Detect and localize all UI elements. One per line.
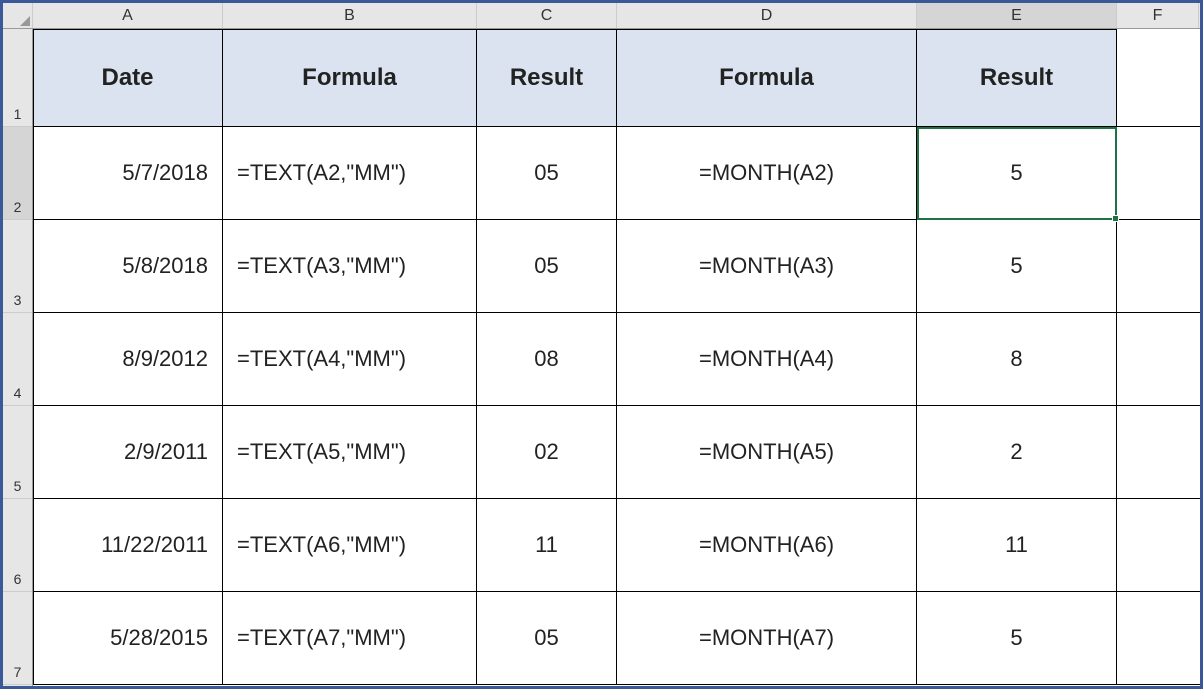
cell-A2[interactable]: 5/7/2018 [33,127,223,219]
cell-B3[interactable]: =TEXT(A3,"MM") [223,220,477,312]
cell-A3[interactable]: 5/8/2018 [33,220,223,312]
cell-F6[interactable] [1117,499,1199,591]
cell-E2[interactable]: 5 [917,127,1117,219]
table-row: 5/7/2018 =TEXT(A2,"MM") 05 =MONTH(A2) 5 [33,127,1200,220]
cell-F4[interactable] [1117,313,1199,405]
row-headers-col: 1 2 3 4 5 6 7 [3,29,33,686]
cell-F5[interactable] [1117,406,1199,498]
cell-B4[interactable]: =TEXT(A4,"MM") [223,313,477,405]
select-all-corner[interactable] [3,3,33,28]
cell-D4[interactable]: =MONTH(A4) [617,313,917,405]
cell-C3[interactable]: 05 [477,220,617,312]
row-header-7[interactable]: 7 [3,592,32,685]
cell-F2[interactable] [1117,127,1199,219]
column-header-E[interactable]: E [917,3,1117,28]
cell-B6[interactable]: =TEXT(A6,"MM") [223,499,477,591]
table-row: 11/22/2011 =TEXT(A6,"MM") 11 =MONTH(A6) … [33,499,1200,592]
cell-A1[interactable]: Date [33,29,223,126]
row-header-5[interactable]: 5 [3,406,32,499]
cell-B1[interactable]: Formula [223,29,477,126]
table-row: 5/28/2015 =TEXT(A7,"MM") 05 =MONTH(A7) 5 [33,592,1200,685]
cell-E6[interactable]: 11 [917,499,1117,591]
cell-A5[interactable]: 2/9/2011 [33,406,223,498]
column-header-A[interactable]: A [33,3,223,28]
column-header-C[interactable]: C [477,3,617,28]
cell-C1[interactable]: Result [477,29,617,126]
cell-F1[interactable] [1117,29,1199,126]
cell-C7[interactable]: 05 [477,592,617,684]
table-row: 2/9/2011 =TEXT(A5,"MM") 02 =MONTH(A5) 2 [33,406,1200,499]
cell-C2[interactable]: 05 [477,127,617,219]
cell-C6[interactable]: 11 [477,499,617,591]
column-headers-row: A B C D E F [3,3,1200,29]
cell-A4[interactable]: 8/9/2012 [33,313,223,405]
cell-D7[interactable]: =MONTH(A7) [617,592,917,684]
cell-E7[interactable]: 5 [917,592,1117,684]
table-row: 8/9/2012 =TEXT(A4,"MM") 08 =MONTH(A4) 8 [33,313,1200,406]
cell-B2[interactable]: =TEXT(A2,"MM") [223,127,477,219]
cell-D3[interactable]: =MONTH(A3) [617,220,917,312]
cell-D1[interactable]: Formula [617,29,917,126]
row-header-2[interactable]: 2 [3,127,32,220]
cell-D5[interactable]: =MONTH(A5) [617,406,917,498]
cell-D2[interactable]: =MONTH(A2) [617,127,917,219]
table-row: 5/8/2018 =TEXT(A3,"MM") 05 =MONTH(A3) 5 [33,220,1200,313]
cell-E5[interactable]: 2 [917,406,1117,498]
spreadsheet: A B C D E F 1 2 3 4 5 6 7 Date Formula R… [3,3,1200,686]
column-header-B[interactable]: B [223,3,477,28]
cell-A7[interactable]: 5/28/2015 [33,592,223,684]
cell-E1[interactable]: Result [917,29,1117,126]
cell-grid: Date Formula Result Formula Result 5/7/2… [33,29,1200,686]
cell-F3[interactable] [1117,220,1199,312]
row-header-3[interactable]: 3 [3,220,32,313]
cell-E4[interactable]: 8 [917,313,1117,405]
column-header-F[interactable]: F [1117,3,1199,28]
cell-C4[interactable]: 08 [477,313,617,405]
cell-F7[interactable] [1117,592,1199,684]
sheet-body: 1 2 3 4 5 6 7 Date Formula Result Formul… [3,29,1200,686]
cell-D6[interactable]: =MONTH(A6) [617,499,917,591]
cell-C5[interactable]: 02 [477,406,617,498]
row-header-6[interactable]: 6 [3,499,32,592]
cell-A6[interactable]: 11/22/2011 [33,499,223,591]
row-header-1[interactable]: 1 [3,29,32,127]
cell-E3[interactable]: 5 [917,220,1117,312]
table-header-row: Date Formula Result Formula Result [33,29,1200,127]
row-header-4[interactable]: 4 [3,313,32,406]
cell-B5[interactable]: =TEXT(A5,"MM") [223,406,477,498]
cell-B7[interactable]: =TEXT(A7,"MM") [223,592,477,684]
column-header-D[interactable]: D [617,3,917,28]
